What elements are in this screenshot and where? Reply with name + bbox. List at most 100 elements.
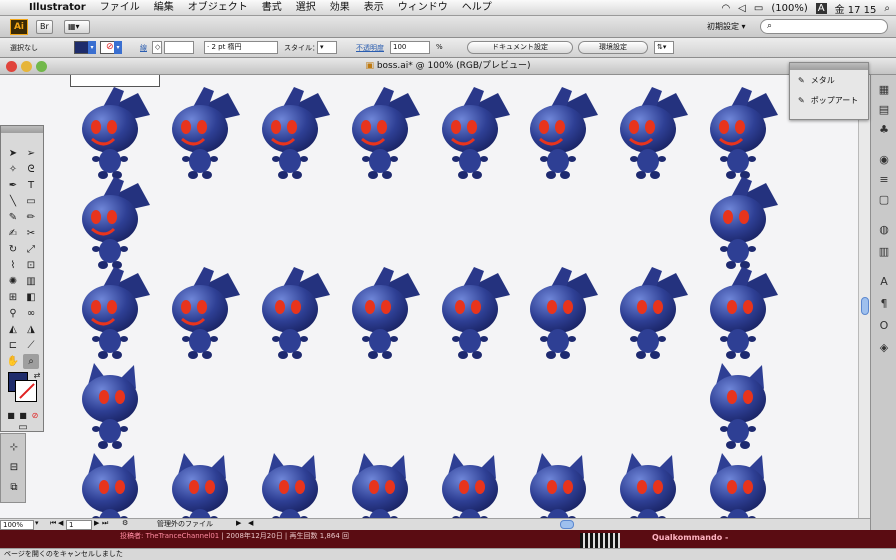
character-figure[interactable] [620,87,688,179]
mesh-tool-icon[interactable]: ⊞ [5,290,21,305]
clock[interactable]: 金 17 15 [835,1,877,16]
scissors-tool-icon[interactable]: ✂ [23,226,39,241]
vertical-scrollbar[interactable] [858,75,870,518]
fill-dropdown[interactable]: ▾ [88,41,96,54]
lasso-tool-icon[interactable]: ᘓ [23,162,39,177]
pathfinder-icon[interactable]: ⧉ [7,482,21,494]
appearance-icon[interactable]: ◍ [876,223,892,237]
rectangle-tool-icon[interactable]: ▭ [23,194,39,209]
arrange-menu-button[interactable]: ⇅▾ [654,41,674,54]
live-paint-tool-icon[interactable]: ◭ [5,322,21,337]
character-figure[interactable] [530,453,586,518]
stroke-dropdown[interactable]: ▾ [114,41,122,54]
character-figure[interactable] [82,453,138,518]
warp-tool-icon[interactable]: ⌇ [5,258,21,273]
video-thumbnail[interactable] [580,533,620,548]
preferences-button[interactable]: 環境設定 [578,41,648,54]
bridge-button[interactable]: Br [36,20,53,34]
menu-window[interactable]: ウィンドウ [391,0,455,16]
symbol-sprayer-tool-icon[interactable]: ✺ [5,274,21,289]
selection-tool-icon[interactable]: ➤ [5,146,21,161]
uploader-link[interactable]: TheTranceChannel01 [146,532,220,540]
blob-brush-tool-icon[interactable]: ✍ [5,226,21,241]
zoom-tool-icon[interactable]: ⌕ [23,354,39,369]
style-select[interactable]: ▾ [317,41,337,54]
character-figure[interactable] [82,267,150,359]
blend-tool-icon[interactable]: ∞ [23,306,39,321]
character-figure[interactable] [620,267,688,359]
slice-tool-icon[interactable]: ⟋ [23,338,39,353]
character-figure[interactable] [82,177,150,269]
character-figure[interactable] [710,363,766,449]
color-guide-icon[interactable]: ▦ [876,83,892,97]
character-figure[interactable] [530,267,598,359]
character-figure[interactable] [82,363,138,449]
workspace-switcher[interactable]: 初期設定 ▾ [707,20,746,34]
transparency-icon[interactable]: ▢ [876,193,892,207]
character-figure[interactable] [262,267,330,359]
align-icon[interactable]: ⊹ [7,442,21,454]
graph-tool-icon[interactable]: ▥ [23,274,39,289]
menu-type[interactable]: 書式 [255,0,289,16]
brush-item-popart[interactable]: ✎ ポップアート [790,90,868,110]
free-transform-tool-icon[interactable]: ⊡ [23,258,39,273]
status-menu[interactable]: 管理外のファイル [157,519,213,529]
character-figure[interactable] [172,267,240,359]
character-figure[interactable] [262,453,318,518]
prev-artboard-button[interactable]: ◀ [58,519,63,527]
artboard-tool-icon[interactable]: ⊏ [5,338,21,353]
layers-icon[interactable]: ◈ [876,341,892,355]
gradient-tool-icon[interactable]: ◧ [23,290,39,305]
stroke-weight-input[interactable] [164,41,194,54]
character-figure[interactable] [442,453,498,518]
color-icon[interactable]: ◉ [876,153,892,167]
hand-tool-icon[interactable]: ✋ [5,354,21,369]
character-figure[interactable] [710,177,778,269]
paragraph-icon[interactable]: ¶ [876,297,892,311]
volume-icon[interactable]: ◁ [738,3,746,14]
menu-select[interactable]: 選択 [289,0,323,16]
panel-header[interactable] [790,63,868,70]
menu-view[interactable]: 表示 [357,0,391,16]
minimize-window-button[interactable] [21,61,32,72]
character-figure[interactable] [352,87,420,179]
stroke-color-box[interactable] [15,380,37,402]
artboard-number-input[interactable]: 1 [66,520,92,530]
direct-selection-tool-icon[interactable]: ➢ [23,146,39,161]
channel-link[interactable]: Qualkommando - [652,533,728,542]
close-window-button[interactable] [6,61,17,72]
artboard-canvas[interactable] [0,75,868,518]
character-figure[interactable] [710,453,766,518]
first-artboard-button[interactable]: ⏮ [50,519,56,528]
next-artboard-button[interactable]: ▶ [94,519,99,527]
eyedropper-tool-icon[interactable]: ⚲ [5,306,21,321]
arrange-documents-button[interactable]: ▦▾ [64,20,90,34]
document-setup-button[interactable]: ドキュメント設定 [467,41,573,54]
stroke-weight-stepper[interactable]: ◇ [152,41,162,54]
vertical-scroll-thumb[interactable] [861,297,869,315]
character-figure[interactable] [172,87,240,179]
search-input[interactable]: ⌕ [760,19,888,34]
symbols-icon[interactable]: ♣ [876,123,892,137]
character-figure[interactable] [620,453,676,518]
opacity-link[interactable]: 不透明度 [356,43,384,53]
line-tool-icon[interactable]: ╲ [5,194,21,209]
zoom-input[interactable]: 100% [0,520,34,530]
horizontal-scroll-thumb[interactable] [560,520,574,529]
character-figure[interactable] [710,87,778,179]
menu-effect[interactable]: 効果 [323,0,357,16]
gradient-icon[interactable]: ▥ [876,245,892,259]
status-menu-arrow[interactable]: ▶ [236,519,241,527]
character-figure[interactable] [352,453,408,518]
app-menu[interactable]: Illustrator [22,0,93,16]
paintbrush-tool-icon[interactable]: ✎ [5,210,21,225]
brush-item-metal[interactable]: ✎ メタル [790,70,868,90]
rotate-tool-icon[interactable]: ↻ [5,242,21,257]
swap-colors-icon[interactable]: ⇄ [29,368,45,383]
stroke-icon[interactable]: ≡ [876,173,892,187]
swatches-icon[interactable]: ▤ [876,103,892,117]
tools-panel-header[interactable] [1,126,43,133]
opacity-input[interactable]: 100 [390,41,430,54]
menu-edit[interactable]: 編集 [147,0,181,16]
menu-help[interactable]: ヘルプ [455,0,499,16]
